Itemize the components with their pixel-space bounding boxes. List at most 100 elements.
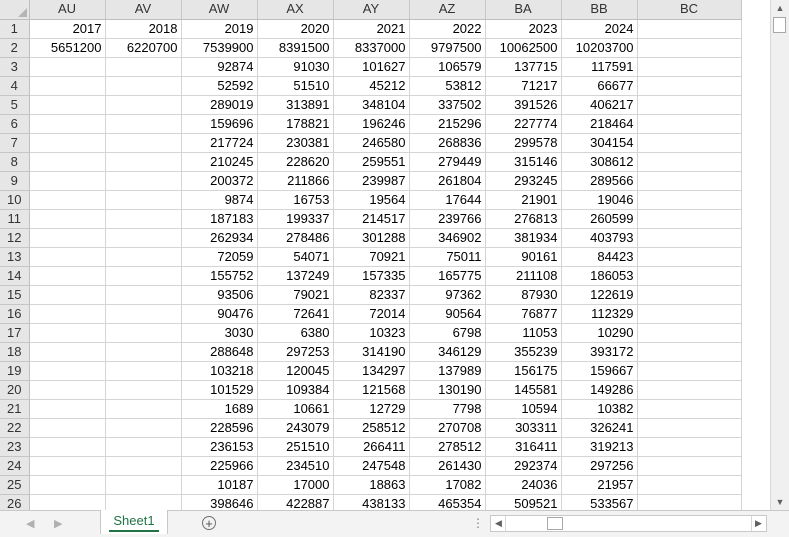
cell-bc-8[interactable] <box>637 152 742 172</box>
cell-ax-24[interactable]: 234510 <box>257 456 334 476</box>
cell-aw-10[interactable]: 9874 <box>181 190 258 210</box>
cell-bb-21[interactable]: 10382 <box>561 399 638 419</box>
cell-au-8[interactable] <box>29 152 106 172</box>
cell-az-9[interactable]: 261804 <box>409 171 486 191</box>
cell-ay-11[interactable]: 214517 <box>333 209 410 229</box>
cell-aw-19[interactable]: 103218 <box>181 361 258 381</box>
row-header[interactable]: 6 <box>0 114 30 134</box>
cell-ax-26[interactable]: 422887 <box>257 494 334 510</box>
cell-ax-4[interactable]: 51510 <box>257 76 334 96</box>
cell-bb-14[interactable]: 186053 <box>561 266 638 286</box>
cell-aw-3[interactable]: 92874 <box>181 57 258 77</box>
cell-bb-22[interactable]: 326241 <box>561 418 638 438</box>
cell-bb-18[interactable]: 393172 <box>561 342 638 362</box>
cell-bc-6[interactable] <box>637 114 742 134</box>
cell-aw-1[interactable]: 2019 <box>181 19 258 39</box>
cell-av-13[interactable] <box>105 247 182 267</box>
cell-bc-25[interactable] <box>637 475 742 495</box>
cell-av-18[interactable] <box>105 342 182 362</box>
cell-ba-4[interactable]: 71217 <box>485 76 562 96</box>
sheet-tab-sheet1[interactable]: Sheet1 <box>100 510 168 534</box>
cell-bc-21[interactable] <box>637 399 742 419</box>
column-header-aw[interactable]: AW <box>181 0 258 20</box>
cell-av-22[interactable] <box>105 418 182 438</box>
cell-ay-25[interactable]: 18863 <box>333 475 410 495</box>
cell-az-3[interactable]: 106579 <box>409 57 486 77</box>
cell-au-18[interactable] <box>29 342 106 362</box>
cell-ay-13[interactable]: 70921 <box>333 247 410 267</box>
cell-ba-26[interactable]: 509521 <box>485 494 562 510</box>
cell-av-9[interactable] <box>105 171 182 191</box>
cell-bb-2[interactable]: 10203700 <box>561 38 638 58</box>
cell-aw-12[interactable]: 262934 <box>181 228 258 248</box>
row-header[interactable]: 9 <box>0 171 30 191</box>
cell-az-14[interactable]: 165775 <box>409 266 486 286</box>
cell-table[interactable]: AU AV AW AX AY AZ BA BB BC 1 2017 2018 2019 2020 2021 2… <box>0 0 742 510</box>
cell-aw-15[interactable]: 93506 <box>181 285 258 305</box>
prev-sheet-icon[interactable]: ◀ <box>26 517 34 530</box>
cell-aw-26[interactable]: 398646 <box>181 494 258 510</box>
cell-ay-7[interactable]: 246580 <box>333 133 410 153</box>
cell-ax-1[interactable]: 2020 <box>257 19 334 39</box>
cell-aw-24[interactable]: 225966 <box>181 456 258 476</box>
cell-ax-10[interactable]: 16753 <box>257 190 334 210</box>
cell-au-9[interactable] <box>29 171 106 191</box>
cell-au-23[interactable] <box>29 437 106 457</box>
cell-ay-22[interactable]: 258512 <box>333 418 410 438</box>
cell-av-4[interactable] <box>105 76 182 96</box>
row-header[interactable]: 2 <box>0 38 30 58</box>
row-header[interactable]: 21 <box>0 399 30 419</box>
cell-ba-8[interactable]: 315146 <box>485 152 562 172</box>
cell-ba-5[interactable]: 391526 <box>485 95 562 115</box>
row-header[interactable]: 12 <box>0 228 30 248</box>
cell-aw-23[interactable]: 236153 <box>181 437 258 457</box>
row-header[interactable]: 5 <box>0 95 30 115</box>
vertical-scrollbar[interactable]: ▲ ▼ <box>770 0 789 510</box>
cell-bc-23[interactable] <box>637 437 742 457</box>
cell-ax-3[interactable]: 91030 <box>257 57 334 77</box>
cell-ba-2[interactable]: 10062500 <box>485 38 562 58</box>
cell-au-1[interactable]: 2017 <box>29 19 106 39</box>
cell-ax-8[interactable]: 228620 <box>257 152 334 172</box>
cell-ba-1[interactable]: 2023 <box>485 19 562 39</box>
cell-az-16[interactable]: 90564 <box>409 304 486 324</box>
row-header[interactable]: 13 <box>0 247 30 267</box>
cell-bb-6[interactable]: 218464 <box>561 114 638 134</box>
cell-ba-25[interactable]: 24036 <box>485 475 562 495</box>
cell-bc-26[interactable] <box>637 494 742 510</box>
cell-ay-1[interactable]: 2021 <box>333 19 410 39</box>
cell-bb-23[interactable]: 319213 <box>561 437 638 457</box>
cell-av-20[interactable] <box>105 380 182 400</box>
cell-au-15[interactable] <box>29 285 106 305</box>
row-header[interactable]: 24 <box>0 456 30 476</box>
cell-ba-23[interactable]: 316411 <box>485 437 562 457</box>
cell-bc-18[interactable] <box>637 342 742 362</box>
cell-ay-9[interactable]: 239987 <box>333 171 410 191</box>
cell-av-19[interactable] <box>105 361 182 381</box>
cell-bc-1[interactable] <box>637 19 742 39</box>
cell-ay-16[interactable]: 72014 <box>333 304 410 324</box>
cell-av-10[interactable] <box>105 190 182 210</box>
scroll-right-icon[interactable]: ▶ <box>751 516 765 531</box>
cell-ax-9[interactable]: 211866 <box>257 171 334 191</box>
split-handle-icon[interactable]: ⋮ <box>472 515 484 531</box>
column-header-bb[interactable]: BB <box>561 0 638 20</box>
row-header[interactable]: 22 <box>0 418 30 438</box>
cell-az-2[interactable]: 9797500 <box>409 38 486 58</box>
cell-ax-13[interactable]: 54071 <box>257 247 334 267</box>
cell-ax-23[interactable]: 251510 <box>257 437 334 457</box>
cell-au-3[interactable] <box>29 57 106 77</box>
cell-ba-6[interactable]: 227774 <box>485 114 562 134</box>
cell-av-7[interactable] <box>105 133 182 153</box>
cell-ay-26[interactable]: 438133 <box>333 494 410 510</box>
cell-ax-25[interactable]: 17000 <box>257 475 334 495</box>
cell-aw-9[interactable]: 200372 <box>181 171 258 191</box>
cell-aw-16[interactable]: 90476 <box>181 304 258 324</box>
cell-ax-6[interactable]: 178821 <box>257 114 334 134</box>
cell-au-21[interactable] <box>29 399 106 419</box>
cell-ay-8[interactable]: 259551 <box>333 152 410 172</box>
cell-az-15[interactable]: 97362 <box>409 285 486 305</box>
cell-av-25[interactable] <box>105 475 182 495</box>
cell-bb-26[interactable]: 533567 <box>561 494 638 510</box>
cell-av-21[interactable] <box>105 399 182 419</box>
